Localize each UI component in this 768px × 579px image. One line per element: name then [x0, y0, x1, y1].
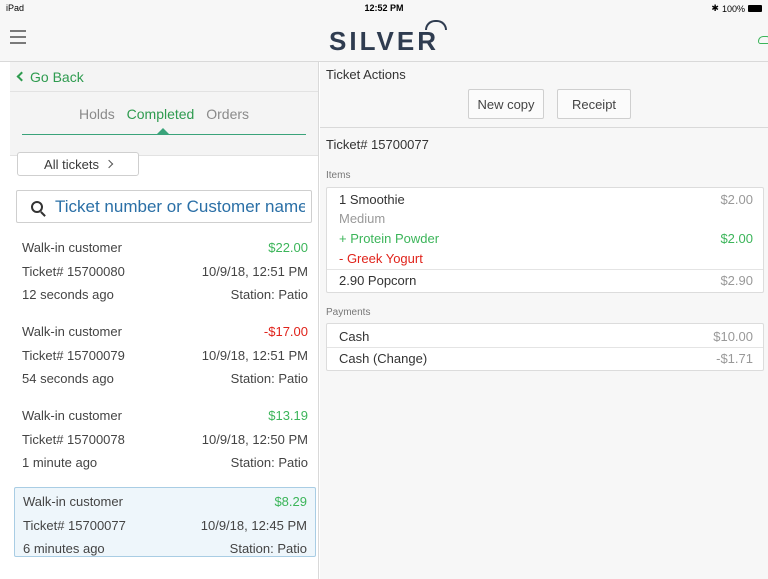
ticket-amount: $8.29 — [274, 494, 307, 509]
items-list: 1 Smoothie $2.00 Medium + Protein Powder… — [326, 187, 764, 293]
tab-holds[interactable]: Holds — [79, 106, 115, 122]
item-name: 1 Smoothie — [339, 192, 405, 207]
customer-name: Walk-in customer — [22, 324, 122, 339]
go-back-button[interactable]: Go Back — [10, 62, 318, 92]
ticket-list-item[interactable]: Walk-in customer $13.19 Ticket# 15700078 1… — [14, 402, 316, 472]
battery-percent: 100% — [721, 3, 745, 14]
ticket-station: Station: Patio — [230, 455, 308, 470]
ticket-amount: -$17.00 — [263, 324, 308, 339]
modifier-price: $2.00 — [720, 231, 753, 246]
payment-amount: -$1.71 — [716, 351, 753, 366]
modifier-added: + Protein Powder — [339, 231, 440, 246]
bluetooth-icon: ✱ — [711, 3, 719, 13]
payments-section-label: Payments — [326, 307, 371, 318]
ticket-number-heading: Ticket# 15700077 — [326, 137, 429, 152]
ticket-number: Ticket# 15700078 — [22, 432, 125, 447]
item-price: $2.00 — [720, 192, 753, 207]
ticket-age: 12 seconds ago — [22, 287, 114, 302]
ticket-number: Ticket# 15700077 — [23, 518, 126, 533]
payment-row: Cash (Change) -$1.71 — [339, 351, 753, 366]
line-item: 2.90 Popcorn $2.90 — [339, 273, 753, 288]
ticket-age: 54 seconds ago — [22, 371, 114, 386]
brand-name: SILVER — [329, 26, 439, 56]
ticket-type-tabs: Holds Completed Orders — [10, 92, 318, 156]
status-bar: iPad 12:52 PM ✱ 100% — [0, 0, 768, 16]
ticket-actions-title: Ticket Actions — [326, 67, 406, 82]
top-nav-bar: SILVER — [0, 16, 768, 62]
ticket-detail-panel: Ticket Actions New copy Receipt Ticket# … — [320, 62, 768, 579]
ticket-datetime: 10/9/18, 12:45 PM — [200, 518, 307, 533]
ticket-datetime: 10/9/18, 12:51 PM — [201, 264, 308, 279]
ticket-number: Ticket# 15700080 — [22, 264, 125, 279]
payments-list: Cash $10.00 Cash (Change) -$1.71 — [326, 323, 764, 371]
payment-row: Cash $10.00 — [339, 329, 753, 344]
item-name: 2.90 Popcorn — [339, 273, 417, 288]
ticket-amount: $13.19 — [268, 408, 308, 423]
go-back-label: Go Back — [30, 68, 84, 85]
item-size: Medium — [339, 211, 386, 226]
payment-method: Cash (Change) — [339, 351, 428, 366]
active-tab-caret — [157, 128, 169, 134]
ticket-number: Ticket# 15700079 — [22, 348, 125, 363]
brand-logo: SILVER — [0, 20, 768, 57]
new-copy-button[interactable]: New copy — [468, 89, 544, 119]
payment-method: Cash — [339, 329, 370, 344]
ticket-search-box[interactable] — [16, 190, 312, 223]
clock: 12:52 PM — [364, 3, 404, 13]
ticket-list-item[interactable]: Walk-in customer -$17.00 Ticket# 15700079… — [14, 318, 316, 388]
battery-indicator: ✱ 100% — [711, 3, 762, 14]
divider — [320, 127, 768, 128]
ticket-datetime: 10/9/18, 12:50 PM — [201, 432, 308, 447]
ticket-station: Station: Patio — [230, 371, 308, 386]
customer-name: Walk-in customer — [22, 240, 122, 255]
item-price: $2.90 — [720, 273, 753, 288]
payment-amount: $10.00 — [713, 329, 753, 344]
search-input[interactable] — [55, 196, 305, 217]
chevron-left-icon — [16, 71, 27, 82]
item-modifier: Medium — [339, 211, 753, 226]
customer-name: Walk-in customer — [22, 408, 122, 423]
item-modifier-remove: - Greek Yogurt — [339, 251, 753, 266]
tab-orders[interactable]: Orders — [206, 106, 249, 122]
ticket-datetime: 10/9/18, 12:51 PM — [201, 348, 308, 363]
item-modifier-add: + Protein Powder $2.00 — [339, 231, 753, 246]
items-section-label: Items — [326, 170, 351, 181]
all-tickets-filter-button[interactable]: All tickets — [17, 152, 139, 176]
ticket-list-item[interactable]: Walk-in customer $22.00 Ticket# 15700080 1… — [14, 234, 316, 304]
filter-label: All tickets — [44, 156, 99, 172]
ticket-age: 6 minutes ago — [23, 541, 105, 556]
search-icon — [31, 200, 43, 213]
tab-underline — [22, 134, 306, 135]
ticket-station: Station: Patio — [230, 287, 308, 302]
line-item: 1 Smoothie $2.00 — [339, 192, 753, 207]
ticket-age: 1 minute ago — [22, 455, 98, 470]
ticket-list-panel: Go Back Holds Completed Orders All ticke… — [10, 62, 319, 579]
tab-completed[interactable]: Completed — [127, 106, 195, 122]
ticket-list-item-selected[interactable]: Walk-in customer $8.29 Ticket# 15700077 10… — [14, 487, 316, 557]
battery-icon — [748, 5, 762, 12]
modifier-removed: - Greek Yogurt — [339, 251, 423, 266]
receipt-button[interactable]: Receipt — [557, 89, 631, 119]
cloud-sync-icon[interactable] — [758, 36, 768, 44]
customer-name: Walk-in customer — [23, 494, 123, 509]
ticket-station: Station: Patio — [229, 541, 307, 556]
ticket-amount: $22.00 — [268, 240, 308, 255]
chevron-right-icon — [104, 159, 114, 169]
